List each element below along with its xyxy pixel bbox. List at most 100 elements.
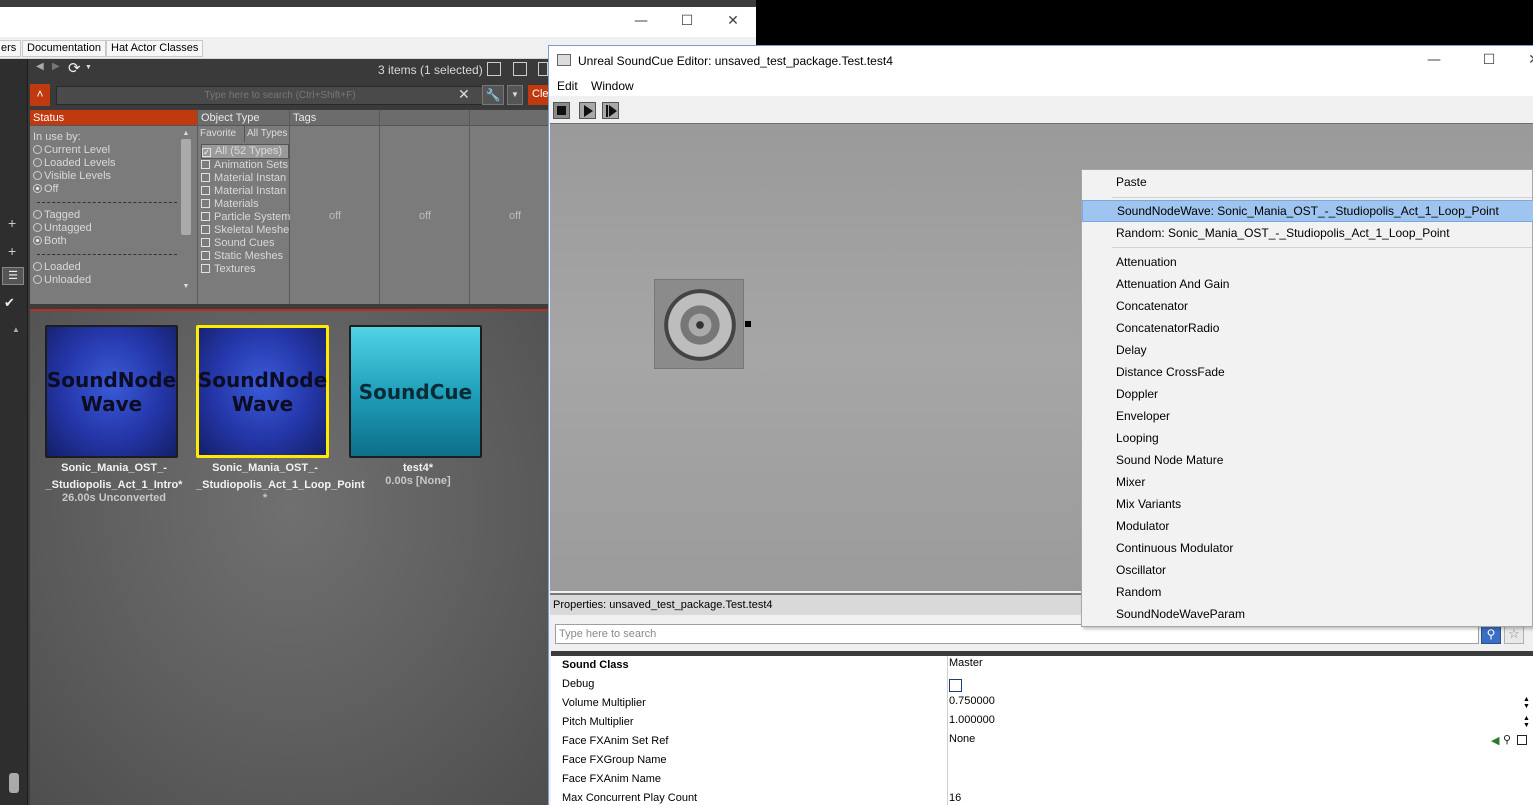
type-item-animation-sets[interactable]: Animation Sets bbox=[201, 159, 288, 172]
back-icon[interactable]: ◀ bbox=[36, 61, 44, 72]
menu-item-looping[interactable]: Looping bbox=[1082, 427, 1533, 449]
input-pin[interactable] bbox=[745, 321, 751, 327]
radio-unloaded[interactable]: Unloaded bbox=[33, 274, 194, 287]
radio-loaded-levels[interactable]: Loaded Levels bbox=[33, 157, 194, 170]
scroll-up-icon[interactable]: ▲ bbox=[12, 325, 20, 334]
add-icon-2[interactable]: + bbox=[8, 243, 16, 259]
type-item-material-instance-2[interactable]: Material Instan bbox=[201, 185, 286, 198]
type-item-material-instance[interactable]: Material Instan bbox=[201, 172, 286, 185]
list-view-icon[interactable]: ☰ bbox=[2, 267, 24, 285]
menu-item-soundnodewaveparam[interactable]: SoundNodeWaveParam bbox=[1082, 603, 1533, 625]
soundcue-output-node[interactable] bbox=[654, 279, 744, 369]
favorite-star-icon[interactable]: ☆ bbox=[1504, 624, 1524, 644]
menu-item-continuous-modulator[interactable]: Continuous Modulator bbox=[1082, 537, 1533, 559]
property-row[interactable]: Face FXGroup Name bbox=[551, 751, 1533, 770]
maximize-button[interactable]: ☐ bbox=[664, 7, 710, 37]
menu-item-soundnodewave[interactable]: SoundNodeWave: Sonic_Mania_OST_-_Studiop… bbox=[1082, 200, 1533, 222]
property-row[interactable]: Max Concurrent Play Count 16 bbox=[551, 789, 1533, 805]
soundnodewave-thumbnail[interactable]: SoundNode Wave bbox=[45, 325, 178, 458]
play-node-icon[interactable] bbox=[602, 102, 619, 119]
menu-item-concatenator[interactable]: Concatenator bbox=[1082, 295, 1533, 317]
menu-item-paste[interactable]: Paste bbox=[1082, 171, 1533, 193]
minimize-button[interactable]: — bbox=[1411, 46, 1457, 76]
type-item-static-meshes[interactable]: Static Meshes bbox=[201, 250, 286, 263]
asset-item[interactable]: SoundCue test4* 0.00s [None] bbox=[349, 325, 487, 488]
property-row[interactable]: Debug bbox=[551, 675, 1533, 694]
clear-value-icon[interactable] bbox=[1517, 735, 1527, 745]
use-selected-arrow-icon[interactable]: ◀ bbox=[1491, 734, 1499, 747]
property-value[interactable]: Master bbox=[949, 657, 983, 669]
soundnodewave-thumbnail[interactable]: SoundNode Wave bbox=[196, 325, 329, 458]
property-row[interactable]: Face FXAnim Name bbox=[551, 770, 1533, 789]
add-icon[interactable]: + bbox=[8, 215, 16, 231]
menu-window[interactable]: Window bbox=[591, 79, 634, 93]
browse-magnifier-icon[interactable]: ⚲ bbox=[1503, 733, 1511, 746]
grid-view-icon[interactable] bbox=[487, 62, 501, 76]
status-scrollbar[interactable]: ▲ ▼ bbox=[180, 130, 192, 300]
search-options-icon[interactable]: 🔧 bbox=[482, 85, 504, 105]
menu-edit[interactable]: Edit bbox=[557, 79, 578, 93]
property-row[interactable]: Volume Multiplier 0.750000 ▲ ▼ bbox=[551, 694, 1533, 713]
menu-item-random-wave[interactable]: Random: Sonic_Mania_OST_-_Studiopolis_Ac… bbox=[1082, 222, 1533, 244]
type-item-sound-cues[interactable]: Sound Cues bbox=[201, 237, 286, 250]
radio-tagged[interactable]: Tagged bbox=[33, 209, 194, 222]
menu-item-random[interactable]: Random bbox=[1082, 581, 1533, 603]
type-item-all[interactable]: ✓ All (52 Types) bbox=[201, 144, 289, 159]
scrollbar-thumb[interactable] bbox=[9, 773, 19, 793]
menu-item-attenuation[interactable]: Attenuation bbox=[1082, 251, 1533, 273]
menu-item-attenuation-and-gain[interactable]: Attenuation And Gain bbox=[1082, 273, 1533, 295]
radio-loaded[interactable]: Loaded bbox=[33, 261, 194, 274]
search-input[interactable]: Type here to search (Ctrl+Shift+F) bbox=[56, 86, 504, 105]
search-icon[interactable]: ⚲ bbox=[1481, 624, 1501, 644]
radio-off[interactable]: Off bbox=[33, 183, 194, 196]
radio-visible-levels[interactable]: Visible Levels bbox=[33, 170, 194, 183]
property-value[interactable]: 0.750000 bbox=[949, 695, 995, 707]
type-item-skeletal-meshes[interactable]: Skeletal Meshe bbox=[201, 224, 289, 237]
tab-favorites[interactable]: Favorite bbox=[200, 128, 236, 139]
type-item-particle-systems[interactable]: Particle System bbox=[201, 211, 290, 224]
minimize-button[interactable]: — bbox=[618, 7, 664, 37]
clear-search-icon[interactable]: ✕ bbox=[458, 86, 470, 103]
menu-item-oscillator[interactable]: Oscillator bbox=[1082, 559, 1533, 581]
play-icon[interactable] bbox=[579, 102, 596, 119]
menu-item-mixer[interactable]: Mixer bbox=[1082, 471, 1533, 493]
property-value[interactable]: 16 bbox=[949, 792, 961, 804]
menu-item-doppler[interactable]: Doppler bbox=[1082, 383, 1533, 405]
spinner-icon[interactable]: ▲ ▼ bbox=[1523, 696, 1530, 710]
menu-item-modulator[interactable]: Modulator bbox=[1082, 515, 1533, 537]
radio-current-level[interactable]: Current Level bbox=[33, 144, 194, 157]
search-dropdown-icon[interactable]: ▼ bbox=[507, 85, 523, 105]
radio-both-tags[interactable]: Both bbox=[33, 235, 194, 248]
menu-item-enveloper[interactable]: Enveloper bbox=[1082, 405, 1533, 427]
property-value[interactable]: None bbox=[949, 733, 975, 745]
property-row[interactable]: Face FXAnim Set Ref None ◀ ⚲ bbox=[551, 732, 1533, 751]
property-row[interactable]: Sound Class Master bbox=[551, 656, 1533, 675]
spinner-icon[interactable]: ▲ ▼ bbox=[1523, 715, 1530, 729]
tab-partial[interactable]: ers bbox=[0, 40, 22, 57]
maximize-button[interactable]: ☐ bbox=[1466, 46, 1512, 76]
tab-documentation[interactable]: Documentation bbox=[22, 40, 106, 57]
checkmark-icon[interactable]: ✔ bbox=[4, 295, 15, 311]
menu-item-mix-variants[interactable]: Mix Variants bbox=[1082, 493, 1533, 515]
property-row[interactable]: Pitch Multiplier 1.000000 ▲ ▼ bbox=[551, 713, 1533, 732]
close-button[interactable]: ✕ bbox=[710, 7, 756, 37]
menu-item-distance-crossfade[interactable]: Distance CrossFade bbox=[1082, 361, 1533, 383]
tab-hat-actor-classes[interactable]: Hat Actor Classes bbox=[106, 40, 204, 57]
tags-column-off-2[interactable]: off bbox=[380, 210, 470, 222]
forward-icon[interactable]: ▶ bbox=[52, 61, 60, 72]
radio-untagged[interactable]: Untagged bbox=[33, 222, 194, 235]
properties-search-input[interactable]: Type here to search bbox=[555, 624, 1479, 644]
soundcue-thumbnail[interactable]: SoundCue bbox=[349, 325, 482, 458]
refresh-dropdown-icon[interactable]: ▼ bbox=[85, 64, 92, 71]
tab-all-types[interactable]: All Types bbox=[244, 126, 289, 142]
tags-column-off-3[interactable]: off bbox=[470, 210, 560, 222]
type-item-textures[interactable]: Textures bbox=[201, 263, 286, 276]
tags-column-off[interactable]: off bbox=[290, 210, 380, 222]
menu-item-sound-node-mature[interactable]: Sound Node Mature bbox=[1082, 449, 1533, 471]
type-item-materials[interactable]: Materials bbox=[201, 198, 286, 211]
asset-item-selected[interactable]: SoundNode Wave Sonic_Mania_OST_- _Studio… bbox=[196, 325, 365, 505]
collapse-filters-icon[interactable]: ˄ bbox=[30, 84, 50, 106]
split-view-icon[interactable] bbox=[513, 62, 527, 76]
stop-icon[interactable] bbox=[553, 102, 570, 119]
list-view-icon[interactable] bbox=[538, 62, 548, 76]
